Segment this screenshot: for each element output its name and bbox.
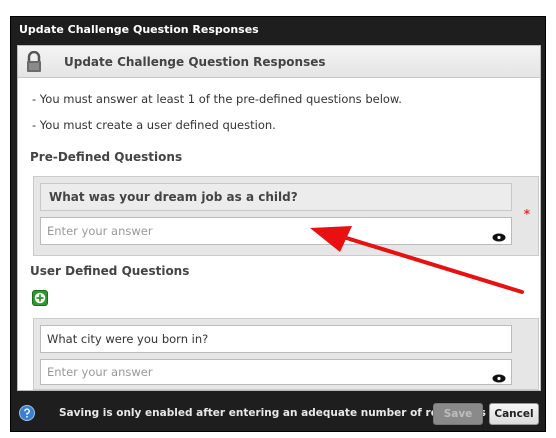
add-icon[interactable] bbox=[32, 290, 48, 306]
help-icon[interactable] bbox=[19, 405, 35, 421]
window-title: Update Challenge Question Responses bbox=[19, 23, 259, 36]
predefined-question-select[interactable]: What was your dream job as a child? bbox=[40, 183, 512, 211]
cancel-button[interactable]: Cancel bbox=[489, 403, 539, 425]
lock-icon bbox=[27, 51, 41, 72]
arrow-annotation bbox=[310, 226, 524, 294]
userdefined-answer-input[interactable] bbox=[40, 359, 512, 385]
eye-icon[interactable] bbox=[492, 374, 506, 383]
userdefined-question-block bbox=[33, 318, 539, 390]
requirement-note-1: - You must answer at least 1 of the pre-… bbox=[32, 92, 402, 106]
dialog-footer: Saving is only enabled after entering an… bbox=[11, 397, 545, 431]
userdefined-question-input[interactable] bbox=[40, 325, 512, 353]
header-title: Update Challenge Question Responses bbox=[64, 55, 326, 69]
userdefined-section-title: User Defined Questions bbox=[30, 264, 190, 278]
save-button[interactable]: Save bbox=[433, 403, 483, 425]
requirement-note-2: - You must create a user defined questio… bbox=[32, 118, 276, 132]
header-bar: Update Challenge Question Responses bbox=[18, 46, 540, 78]
predefined-section-title: Pre-Defined Questions bbox=[30, 150, 183, 164]
footer-message: Saving is only enabled after entering an… bbox=[59, 407, 486, 419]
